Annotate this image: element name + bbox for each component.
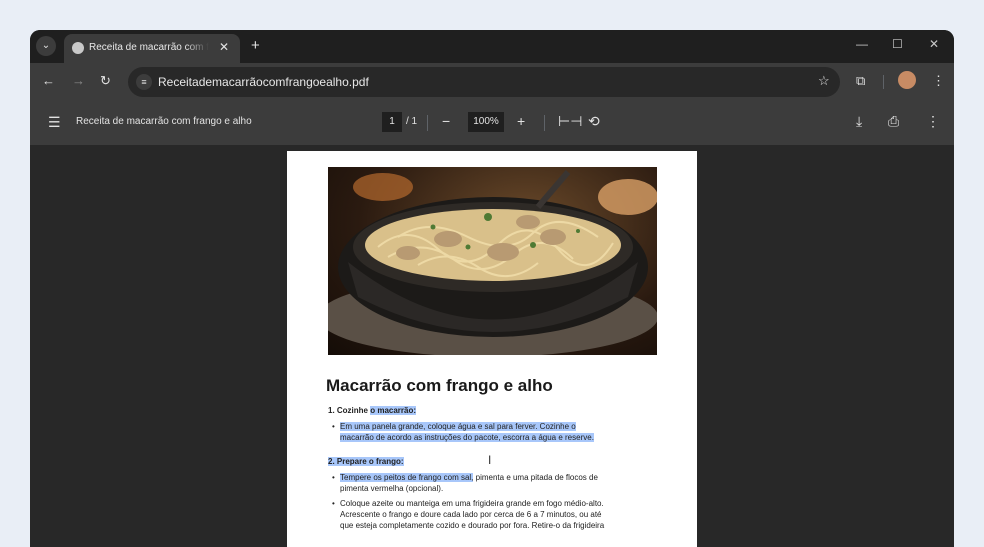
reload-icon[interactable]: ↻ (100, 73, 111, 89)
pdf-title: Receita de macarrão com frango e alho (76, 116, 252, 127)
pdf-page[interactable]: Macarrão com frango e alho 1. Cozinhe o … (287, 151, 697, 547)
document-heading: Macarrão com frango e alho (326, 376, 553, 395)
plus-icon[interactable]: + (251, 37, 260, 54)
step-1-highlight: o macarrão: (370, 406, 417, 415)
toolbar-divider (883, 75, 884, 89)
step-1-text-line: Em uma panela grande, coloque água e sal… (340, 422, 576, 431)
step-2-text-line: que esteja completamente cozido e dourad… (340, 521, 605, 530)
chevron-down-icon[interactable]: ⌄ (36, 36, 56, 56)
step-2-text-rest: pimenta e uma pitada de flocos de (473, 473, 598, 482)
tune-icon[interactable]: ≡ (136, 74, 152, 90)
navigation-toolbar: ← → ↻ ≡ Receitademacarrãocomfrangoealho.… (30, 63, 954, 101)
globe-icon (72, 42, 84, 54)
browser-window: ⌄ Receita de macarrão com frango e alho … (30, 30, 954, 547)
highlighted-text: Tempere os peitos de frango com sal, (340, 473, 474, 482)
step-2-text-line: Tempere os peitos de frango com sal, pim… (340, 473, 598, 482)
url-text: Receitademacarrãocomfrangoealho.pdf (158, 75, 369, 89)
more-options-icon[interactable]: ⋮ (926, 113, 940, 130)
maximize-icon[interactable]: ☐ (892, 37, 903, 51)
address-bar[interactable]: ≡ Receitademacarrãocomfrangoealho.pdf ☆ (128, 67, 840, 97)
puzzle-icon[interactable]: ⧉ (856, 73, 865, 89)
tab-title: Receita de macarrão com frango e alho (89, 42, 209, 53)
rotate-icon[interactable]: ⟲ (588, 113, 600, 130)
step-2-text-line: Coloque azeite ou manteiga em uma frigid… (340, 499, 604, 508)
step-2-title: 2. Prepare o frango: (328, 457, 404, 466)
print-icon[interactable]: ⎙ (888, 113, 899, 130)
bullet: • (332, 473, 335, 482)
recipe-photo (328, 167, 657, 355)
close-window-icon[interactable]: ✕ (929, 37, 939, 51)
tab-active[interactable]: Receita de macarrão com frango e alho ✕ (64, 34, 240, 63)
download-icon[interactable]: ⤓ (856, 113, 862, 130)
step-2-text-line: pimenta vermelha (opcional). (340, 484, 444, 493)
highlighted-text: macarrão de acordo as instruções do paco… (340, 433, 594, 442)
text-cursor-icon: I (488, 453, 492, 467)
kebab-icon[interactable]: ⋮ (932, 73, 945, 89)
step-2-text-line: Acrescente o frango e doure cada lado po… (340, 510, 602, 519)
zoom-out-icon[interactable]: − (442, 113, 450, 129)
highlighted-text: Em uma panela grande, coloque água e sal… (340, 422, 576, 431)
star-icon[interactable]: ☆ (818, 73, 830, 89)
hamburger-menu-icon[interactable]: ☰ (48, 114, 61, 131)
close-icon[interactable]: ✕ (219, 40, 229, 54)
highlighted-text: 2. Prepare o frango: (328, 457, 404, 466)
step-1-prefix: 1. Cozinhe (328, 406, 371, 415)
fit-width-icon[interactable]: ⊢⊣ (558, 113, 582, 130)
step-1-text-line: macarrão de acordo as instruções do paco… (340, 433, 594, 442)
zoom-input[interactable]: 100% (468, 112, 504, 132)
bullet: • (332, 422, 335, 431)
pdf-toolbar: ☰ Receita de macarrão com frango e alho … (30, 101, 954, 145)
step-1-title: 1. Cozinhe o macarrão: (328, 406, 417, 415)
page-number-input[interactable]: 1 (382, 112, 402, 132)
tab-strip: ⌄ Receita de macarrão com frango e alho … (30, 30, 954, 63)
pdf-divider (544, 115, 545, 131)
arrow-right-icon[interactable]: → (72, 73, 85, 88)
avatar[interactable] (898, 71, 916, 89)
pdf-divider (427, 115, 428, 131)
arrow-left-icon[interactable]: ← (42, 73, 55, 88)
page-total: / 1 (406, 116, 418, 127)
bullet: • (332, 499, 335, 508)
pdf-viewer[interactable]: Macarrão com frango e alho 1. Cozinhe o … (30, 145, 954, 547)
zoom-in-icon[interactable]: + (517, 113, 525, 129)
minimize-icon[interactable]: — (856, 37, 868, 51)
